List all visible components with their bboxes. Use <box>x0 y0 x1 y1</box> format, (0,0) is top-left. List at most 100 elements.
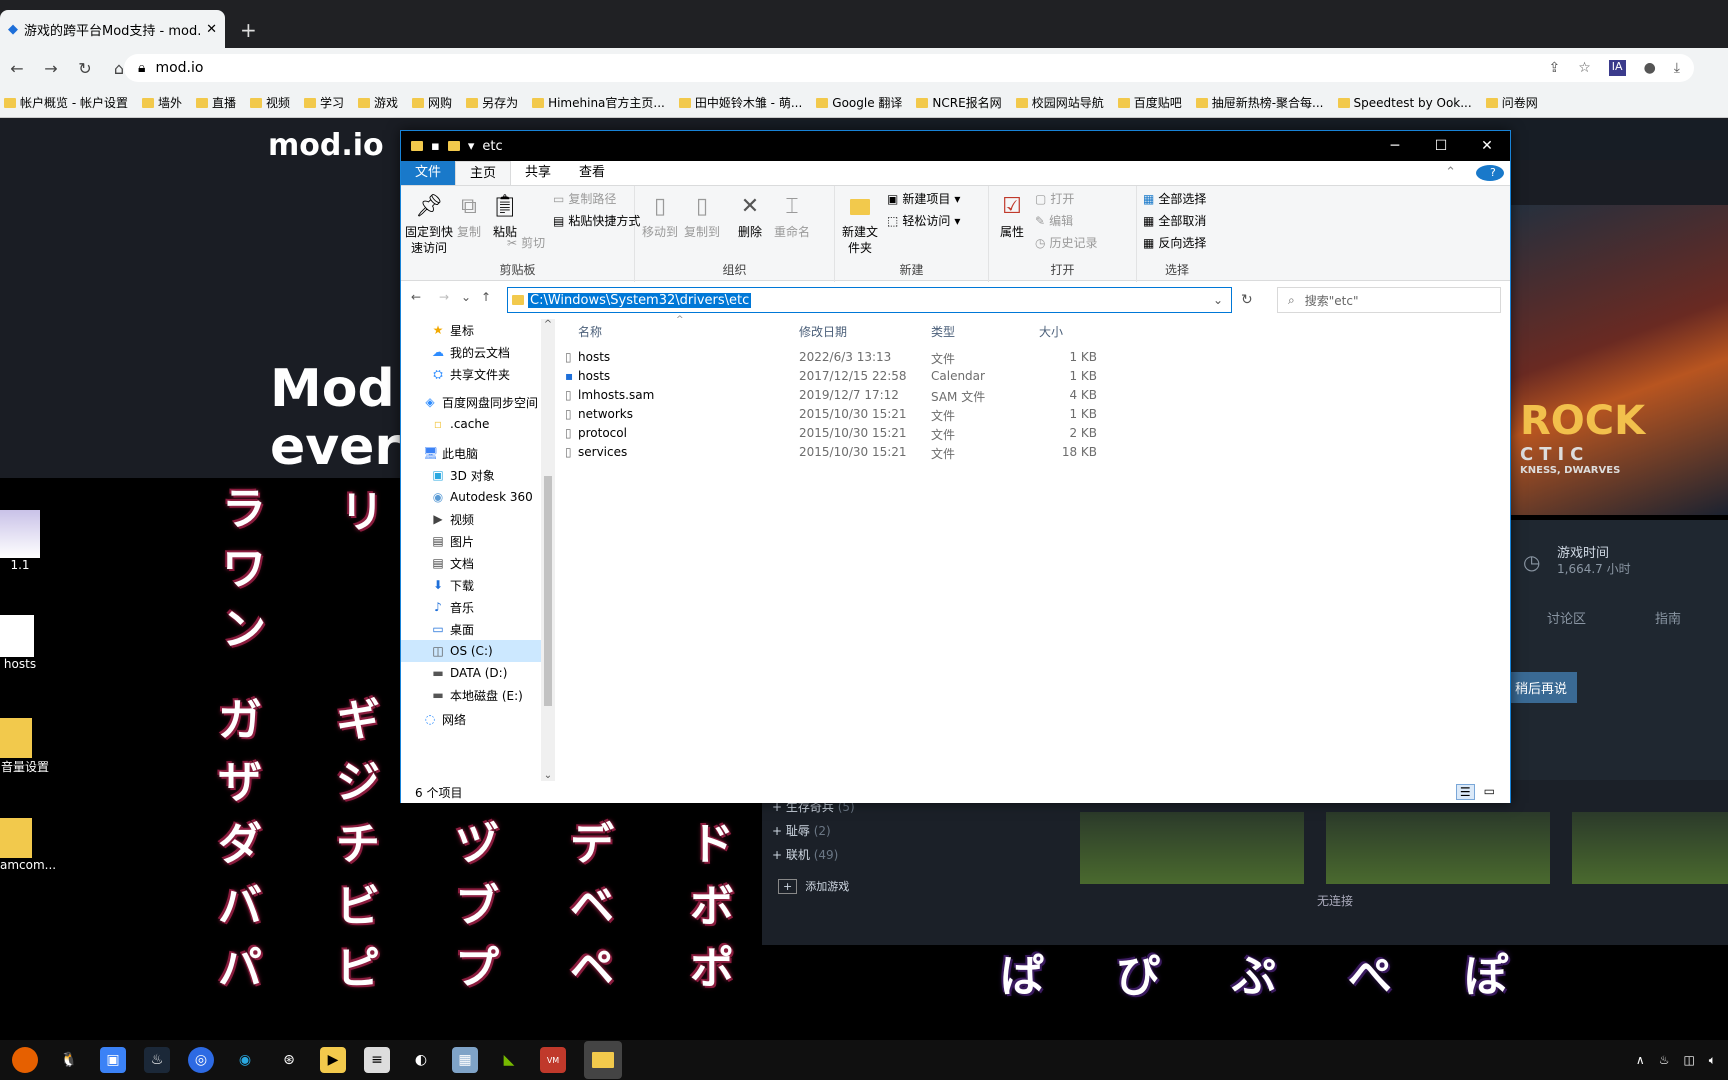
invert-selection-button[interactable]: ▦ 反向选择 <box>1143 234 1206 251</box>
quick-access-dropdown-icon[interactable]: ▾ <box>468 139 475 154</box>
nav-item[interactable]: 🖥︎ 此电脑 <box>423 442 478 464</box>
nav-item[interactable]: ▭ 桌面 <box>431 618 474 640</box>
later-button[interactable]: 稍后再说 <box>1505 672 1578 703</box>
site-logo[interactable]: mod.io <box>268 128 384 163</box>
tab-file[interactable]: 文件 <box>401 161 456 185</box>
nav-item[interactable]: ▬ 本地磁盘 (E:) <box>431 684 522 706</box>
tab-home[interactable]: 主页 <box>455 161 512 185</box>
bookmark-item[interactable]: 视频 <box>250 94 290 111</box>
bookmark-item[interactable]: 游戏 <box>358 94 398 111</box>
bookmark-item[interactable]: 墙外 <box>141 94 182 111</box>
forward-icon[interactable]: → <box>34 59 68 78</box>
bookmark-item[interactable]: Himehina官方主页... <box>532 94 665 111</box>
move-to-button[interactable]: ▯ 移动到 <box>637 192 683 240</box>
firefox-icon[interactable] <box>12 1047 38 1073</box>
tray-volume-icon[interactable]: 🔈︎ <box>1709 1053 1716 1068</box>
tab-discuss[interactable]: 讨论区 <box>1547 608 1586 627</box>
desktop-icon-volume[interactable]: 音量设置 <box>0 718 50 775</box>
nav-item[interactable]: ☁ 我的云文档 <box>431 341 510 363</box>
calculator-icon[interactable]: ▦ <box>452 1047 478 1073</box>
bookmark-item[interactable]: 直播 <box>195 94 236 111</box>
properties-button[interactable]: ☑ 属性 <box>991 192 1033 240</box>
new-item-button[interactable]: ▣ 新建项目 ▾ <box>887 190 960 207</box>
details-view-icon[interactable]: ☰ <box>1455 784 1475 800</box>
column-name[interactable]: 名称 <box>578 323 602 340</box>
notes-icon[interactable]: ≡ <box>364 1047 390 1073</box>
bookmark-item[interactable]: 校园网站导航 <box>1015 94 1104 111</box>
back-icon[interactable]: ← <box>0 59 34 78</box>
cut-button[interactable]: ✂ 剪切 <box>507 234 545 251</box>
nav-item[interactable]: ▬ DATA (D:) <box>431 662 507 684</box>
edit-button[interactable]: ✎ 编辑 <box>1035 212 1073 229</box>
address-path-input[interactable]: C:\Windows\System32\drivers\etc ⌄ <box>507 287 1232 313</box>
nav-item[interactable]: ◉ Autodesk 360 <box>431 486 533 508</box>
bookmark-item[interactable]: 抽屉新热榜-聚合每... <box>1195 94 1324 111</box>
search-app-icon[interactable]: ◎ <box>188 1047 214 1073</box>
nav-item[interactable]: ▣ 3D 对象 <box>431 464 494 486</box>
bookmark-item[interactable]: NCRE报名网 <box>916 94 1002 111</box>
close-tab-icon[interactable]: ✕ <box>206 22 217 37</box>
qq-icon[interactable]: 🐧 <box>56 1047 82 1073</box>
new-folder-quick-icon[interactable] <box>447 141 460 151</box>
reload-icon[interactable]: ↻ <box>68 59 102 78</box>
nav-item[interactable]: ★ 星标 <box>431 319 474 341</box>
voicemeeter-icon[interactable]: VM <box>540 1047 566 1073</box>
extension-icon[interactable]: IA <box>1608 60 1626 76</box>
scroll-down-icon[interactable]: ⌄ <box>541 770 555 781</box>
screenshot-thumb-3[interactable] <box>1572 812 1728 884</box>
tray-expand-icon[interactable]: ∧ <box>1636 1053 1645 1068</box>
scrollbar-thumb[interactable] <box>544 476 552 706</box>
bookmark-item[interactable]: 另存为 <box>466 94 518 111</box>
collapse-ribbon-icon[interactable]: ⌃ <box>1431 161 1470 185</box>
easy-access-button[interactable]: ⬚ 轻松访问 ▾ <box>887 212 960 229</box>
bookmark-item[interactable]: Google 翻译 <box>816 94 902 111</box>
nav-item[interactable]: ▤ 图片 <box>431 530 474 552</box>
paste-button[interactable]: 📋︎ 粘贴 <box>487 192 523 240</box>
rename-button[interactable]: ⌶ 重命名 <box>769 192 815 240</box>
back-icon[interactable]: ← <box>411 290 421 304</box>
file-row[interactable]: ▯ protocol 2015/10/30 15:21 文件 2 KB <box>561 423 1121 444</box>
app-icon-5[interactable]: ◉ <box>232 1047 258 1073</box>
category-row-2[interactable]: + 耻辱 (2) <box>772 822 831 839</box>
nav-item[interactable]: ▤ 文档 <box>431 552 474 574</box>
new-folder-button[interactable]: 新建文件夹 <box>837 192 883 256</box>
close-icon[interactable]: ✕ <box>1464 138 1510 154</box>
up-icon[interactable]: ↑ <box>481 290 491 304</box>
browser-tab[interactable]: ◆ 游戏的跨平台Mod支持 - mod.io ✕ <box>0 10 225 48</box>
column-size[interactable]: 大小 <box>1039 323 1063 340</box>
copy-to-button[interactable]: ▯ 复制到 <box>679 192 725 240</box>
desktop-icon-1[interactable]: 1.1 <box>0 510 40 572</box>
new-tab-button[interactable]: + <box>240 18 257 42</box>
select-none-button[interactable]: ▦ 全部取消 <box>1143 212 1206 229</box>
history-button[interactable]: ◷ 历史记录 <box>1035 234 1098 251</box>
file-explorer-taskbar-icon[interactable] <box>584 1041 622 1079</box>
refresh-icon[interactable]: ↻ <box>1241 292 1253 308</box>
screenshot-thumb-2[interactable] <box>1326 812 1550 884</box>
scroll-up-icon[interactable]: ^ <box>541 319 555 330</box>
recent-dropdown-icon[interactable]: ⌄ <box>461 290 471 304</box>
help-icon[interactable]: ? <box>1470 161 1510 185</box>
nav-item[interactable]: ⛭ 共享文件夹 <box>431 363 510 385</box>
select-all-button[interactable]: ▦ 全部选择 <box>1143 190 1206 207</box>
maximize-icon[interactable]: ☐ <box>1418 138 1464 154</box>
file-row[interactable]: ▯ services 2015/10/30 15:21 文件 18 KB <box>561 442 1121 463</box>
chat-icon[interactable]: ▣ <box>100 1047 126 1073</box>
bookmark-item[interactable]: 学习 <box>304 94 344 111</box>
copy-button[interactable]: ⧉ 复制 <box>451 192 487 240</box>
copy-path-button[interactable]: ▭ 复制路径 <box>553 190 616 207</box>
nvidia-icon[interactable]: ◣ <box>496 1047 522 1073</box>
add-game-button[interactable]: + 添加游戏 <box>778 878 849 894</box>
file-row[interactable]: ▪ hosts 2017/12/15 22:58 Calendar 1 KB <box>561 366 1121 387</box>
bookmark-item[interactable]: 网购 <box>412 94 452 111</box>
app-icon-6[interactable]: ⊛ <box>276 1047 302 1073</box>
nav-item[interactable]: ◫ OS (C:) <box>401 640 541 662</box>
paste-shortcut-button[interactable]: ▤ 粘贴快捷方式 <box>553 212 640 229</box>
properties-quick-icon[interactable]: ▪ <box>431 139 440 154</box>
file-row[interactable]: ▯ networks 2015/10/30 15:21 文件 1 KB <box>561 404 1121 425</box>
forward-icon[interactable]: → <box>439 290 449 304</box>
nav-item[interactable]: ▫ .cache <box>431 413 489 435</box>
column-date[interactable]: 修改日期 <box>799 323 847 340</box>
pin-quick-access-button[interactable]: 📌︎ 固定到快速访问 <box>405 192 453 256</box>
file-row[interactable]: ▯ lmhosts.sam 2019/12/7 17:12 SAM 文件 4 KB <box>561 385 1121 406</box>
tray-network-icon[interactable]: ◫ <box>1683 1053 1694 1068</box>
